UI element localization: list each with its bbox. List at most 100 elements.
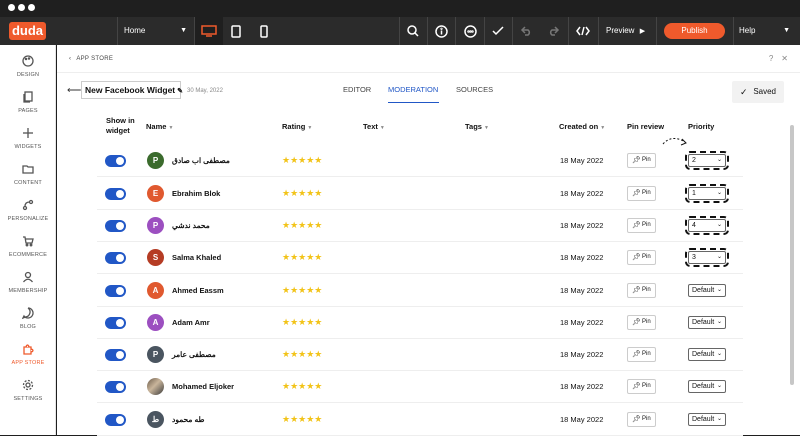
show-in-widget-toggle[interactable] [105, 285, 126, 297]
show-in-widget-toggle[interactable] [105, 220, 126, 232]
check-button[interactable] [484, 17, 512, 45]
desktop-view-button[interactable] [195, 17, 223, 45]
sidebar-item-pages[interactable]: PAGES [0, 89, 56, 125]
page-selector[interactable]: Home ▼ [118, 17, 193, 45]
priority-select[interactable]: Default ⌄ [688, 380, 726, 393]
saved-status-button[interactable]: ✓ Saved [732, 81, 784, 103]
table-row: ط طه محمود ★★★★★ 18 May 2022 📌︎ Pin Default ⌄ [97, 404, 743, 436]
divider [656, 17, 657, 45]
back-arrow-icon[interactable]: ⟵ [67, 85, 81, 96]
show-in-widget-toggle[interactable] [105, 381, 126, 393]
pages-icon [23, 91, 33, 103]
pin-button[interactable]: 📌︎ Pin [627, 379, 656, 394]
window-dot [8, 4, 15, 11]
pin-button[interactable]: 📌︎ Pin [627, 153, 656, 168]
comments-icon [463, 24, 477, 38]
show-in-widget-toggle[interactable] [105, 188, 126, 200]
pin-button[interactable]: 📌︎ Pin [627, 412, 656, 427]
sidebar-item-settings[interactable]: SETTINGS [0, 377, 56, 413]
created-date: 18 May 2022 [560, 189, 604, 198]
chevron-down-icon: ⌄ [716, 157, 722, 163]
sidebar-item-membership[interactable]: MEMBERSHIP [0, 269, 56, 305]
rating-stars: ★★★★★ [282, 285, 323, 295]
reviewer-name: Ebrahim Blok [172, 189, 221, 198]
header-name[interactable]: Name ▼ [146, 122, 173, 131]
priority-select[interactable]: Default ⌄ [688, 284, 726, 297]
priority-select[interactable]: Default ⌄ [688, 316, 726, 329]
code-button[interactable] [569, 17, 597, 45]
pin-button[interactable]: 📌︎ Pin [627, 315, 656, 330]
redo-icon [549, 26, 560, 36]
tablet-view-button[interactable] [222, 17, 250, 45]
preview-button[interactable]: Preview ▶ [600, 17, 656, 45]
publish-button[interactable]: Publish [664, 23, 725, 39]
pin-label: Pin [642, 351, 651, 357]
priority-value: Default [692, 416, 715, 423]
close-icon[interactable]: ✕ [781, 54, 788, 63]
reviewer-name: Ahmed Eassm [172, 286, 224, 295]
pin-label: Pin [642, 319, 651, 325]
pin-icon: 📌︎ [632, 319, 641, 326]
help-icon[interactable]: ? [769, 54, 773, 63]
pin-button[interactable]: 📌︎ Pin [627, 218, 656, 233]
rating-stars: ★★★★★ [282, 155, 323, 165]
header-text[interactable]: Text ▼ [363, 122, 385, 131]
check-icon: ✓ [740, 87, 748, 97]
search-icon [407, 25, 419, 37]
priority-select[interactable]: 3 ⌄ [685, 248, 729, 267]
info-button[interactable] [427, 17, 455, 45]
priority-select[interactable]: Default ⌄ [688, 413, 726, 426]
reviewer-name: محمد ندشي [172, 221, 210, 230]
window-dot [28, 4, 35, 11]
priority-value: 4 [692, 222, 696, 229]
priority-select[interactable]: 2 ⌄ [685, 151, 729, 170]
show-in-widget-toggle[interactable] [105, 414, 126, 426]
sidebar-item-widgets[interactable]: WIDGETS [0, 125, 56, 161]
header-rating[interactable]: Rating ▼ [282, 122, 312, 131]
mobile-view-button[interactable] [250, 17, 278, 45]
sidebar-item-content[interactable]: CONTENT [0, 161, 56, 197]
show-in-widget-toggle[interactable] [105, 252, 126, 264]
widget-name-field[interactable]: New Facebook Widget ✎ [81, 81, 183, 99]
pin-button[interactable]: 📌︎ Pin [627, 283, 656, 298]
rating-stars: ★★★★★ [282, 188, 323, 198]
redo-button[interactable] [540, 17, 568, 45]
sidebar-item-blog[interactable]: BLOG [0, 305, 56, 341]
undo-button[interactable] [512, 17, 540, 45]
window-dot [18, 4, 25, 11]
scrollbar[interactable] [790, 125, 794, 385]
chat-icon [22, 307, 34, 319]
plus-icon [23, 128, 33, 138]
pin-button[interactable]: 📌︎ Pin [627, 250, 656, 265]
chevron-down-icon: ⌄ [716, 416, 722, 422]
pin-button[interactable]: 📌︎ Pin [627, 347, 656, 362]
header-created-on[interactable]: Created on ▼ [559, 122, 605, 131]
duda-logo[interactable]: duda [9, 22, 46, 40]
priority-value: 2 [692, 157, 696, 164]
priority-select[interactable]: Default ⌄ [688, 348, 726, 361]
sort-caret-icon: ▼ [379, 125, 385, 131]
header-tags[interactable]: Tags ▼ [465, 122, 489, 131]
sidebar-item-design[interactable]: DESIGN [0, 53, 56, 89]
show-in-widget-toggle[interactable] [105, 349, 126, 361]
window-titlebar [0, 0, 800, 17]
sidebar-item-personalize[interactable]: PERSONALIZE [0, 197, 56, 233]
search-button[interactable] [399, 17, 427, 45]
tab-sources[interactable]: SOURCES [456, 85, 493, 94]
tab-moderation[interactable]: MODERATION [388, 85, 438, 94]
sidebar-item-app-store[interactable]: APP STORE [0, 341, 56, 377]
header-created-label: Created on [559, 122, 599, 131]
priority-select[interactable]: 1 ⌄ [685, 184, 729, 203]
show-in-widget-toggle[interactable] [105, 155, 126, 167]
sidebar-item-ecommerce[interactable]: ECOMMERCE [0, 233, 56, 269]
help-menu[interactable]: Help ▼ [739, 17, 800, 45]
sidebar-item-label: BLOG [19, 324, 37, 330]
pin-button[interactable]: 📌︎ Pin [627, 186, 656, 201]
comments-button[interactable] [456, 17, 484, 45]
show-in-widget-toggle[interactable] [105, 317, 126, 329]
reviewer-name: Mohamed Eljoker [172, 382, 235, 391]
puzzle-icon [23, 344, 34, 355]
tab-editor[interactable]: EDITOR [343, 85, 371, 94]
breadcrumb[interactable]: ‹ APP STORE [69, 56, 113, 62]
priority-select[interactable]: 4 ⌄ [685, 216, 729, 235]
